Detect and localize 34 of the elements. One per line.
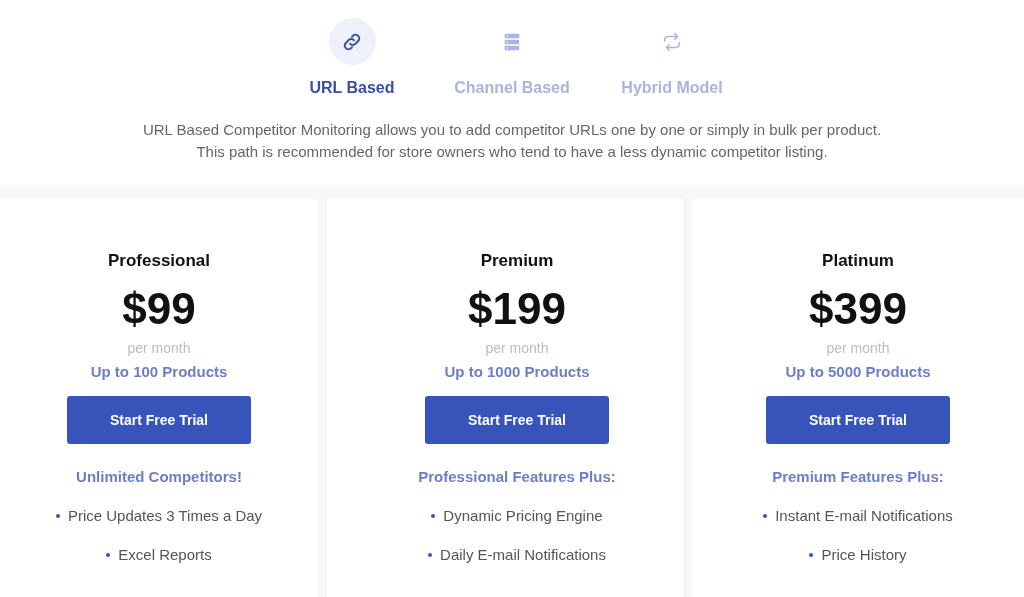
plan-name: Premium — [480, 251, 554, 271]
plan-price: $199 — [468, 287, 566, 331]
feature-text: Daily E-mail Notifications — [440, 546, 606, 563]
features-heading: Unlimited Competitors! — [76, 468, 242, 485]
product-limit: Up to 5000 Products — [785, 363, 931, 380]
bullet-icon — [431, 513, 436, 518]
bullet-icon — [428, 552, 433, 557]
billing-period: per month — [826, 340, 890, 356]
billing-period: per month — [485, 340, 549, 356]
start-trial-button[interactable]: Start Free Trial — [67, 396, 251, 444]
description-text: URL Based Competitor Monitoring allows you to add competitor URLs one by one or simply in bulk per product. — [142, 121, 882, 138]
features-heading: Professional Features Plus: — [418, 468, 616, 485]
bullet-icon — [55, 513, 60, 518]
feature-text: Instant E-mail Notifications — [775, 507, 953, 524]
product-limit: Up to 1000 Products — [444, 363, 590, 380]
repeat-icon — [661, 30, 683, 53]
start-trial-button[interactable]: Start Free Trial — [766, 396, 950, 444]
plan-name: Platinum — [822, 251, 894, 271]
bullet-icon — [106, 552, 111, 557]
tab[interactable]: URL Based — [294, 18, 410, 97]
feature-text: Price History — [821, 546, 907, 563]
feature-text: Excel Reports — [118, 546, 212, 563]
product-limit: Up to 100 Products — [90, 363, 228, 380]
billing-period: per month — [127, 340, 191, 356]
bullet-icon — [809, 552, 814, 557]
feature-text: Dynamic Pricing Engine — [443, 507, 603, 524]
bullet-icon — [763, 513, 768, 518]
plan-name: Professional — [107, 251, 210, 271]
description-text: This path is recommended for store owners who tend to have a less dynamic competitor listing. — [196, 143, 828, 160]
features-heading: Premium Features Plus: — [772, 468, 944, 485]
start-trial-button[interactable]: Start Free Trial — [425, 396, 609, 444]
plan-price: $399 — [809, 287, 907, 331]
feature-text: Price Updates 3 Times a Day — [67, 507, 263, 524]
plan-price: $99 — [122, 287, 196, 331]
